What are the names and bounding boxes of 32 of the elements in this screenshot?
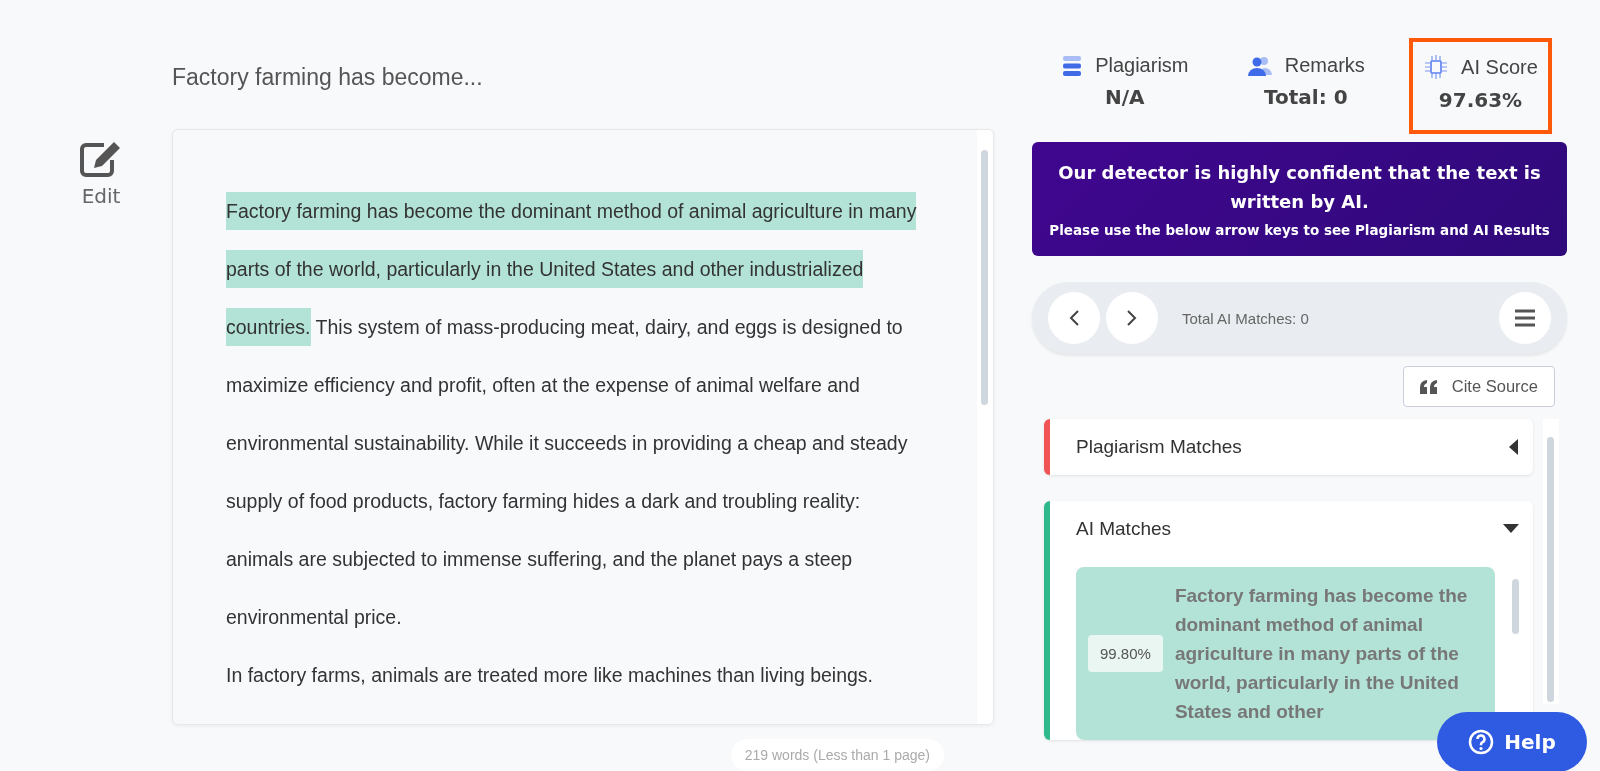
- menu-button[interactable]: [1499, 292, 1551, 344]
- cite-source-button[interactable]: Cite Source: [1402, 366, 1555, 407]
- quote-icon: [1419, 379, 1438, 394]
- stat-tab[interactable]: AI Score 97.63%: [1409, 38, 1552, 134]
- chevron-right-icon: [1126, 309, 1138, 327]
- next-button[interactable]: [1106, 292, 1158, 344]
- section-header[interactable]: Plagiarism Matches: [1050, 419, 1533, 475]
- word-count: 219 words (Less than 1 page): [730, 739, 944, 771]
- total-matches: Total AI Matches: 0: [1182, 309, 1310, 327]
- banner-note: Please use the below arrow keys to see Plagiarism and AI Results: [1048, 222, 1551, 238]
- chip-icon: [1423, 54, 1450, 80]
- caret-down-icon: [1503, 524, 1519, 534]
- match-score: 99.80%: [1088, 635, 1163, 672]
- server-icon: [1061, 54, 1084, 77]
- document-title: Factory farming has become...: [172, 64, 484, 92]
- help-icon: [1468, 729, 1495, 755]
- banner-headline: Our detector is highly confident that the text is written by AI.: [1057, 161, 1542, 214]
- match-card[interactable]: 99.80% Factory farming has become the dominant method of animal agriculture in many parts of the world, particularly in the United States and other: [1076, 567, 1495, 740]
- paragraph: In factory farms, animals are treated more like machines than living beings.: [226, 662, 875, 688]
- chevron-left-icon: [1068, 309, 1080, 327]
- edit-button[interactable]: Edit: [48, 140, 124, 208]
- help-button[interactable]: Help: [1437, 712, 1587, 771]
- menu-icon: [1514, 309, 1536, 327]
- stat-tab[interactable]: Plagiarism N/A: [1047, 38, 1203, 134]
- paragraph: Factory farming has become the dominant method of animal agriculture in many parts of the world, particularly in the United States and other industrialized countries. This system of mass-producing meat, dairy, and eggs is designed to maximize efficiency and profit, often at the expense of animal welfare and environmental sustainability. While it succeeds in providing a cheap and steady supply of food products, factory farming hides a dark and troubling reality: animals are subjected to immense suffering, and the planet pays a steep environmental price.: [226, 181, 921, 646]
- previous-button[interactable]: [1048, 292, 1100, 344]
- users-icon: [1246, 55, 1273, 76]
- scrollbar[interactable]: [1543, 419, 1559, 704]
- scrollbar[interactable]: [977, 129, 993, 724]
- section-header[interactable]: AI Matches: [1050, 501, 1533, 557]
- stat-tab[interactable]: Remarks Total: 0: [1232, 38, 1379, 134]
- caret-left-icon: [1509, 439, 1519, 455]
